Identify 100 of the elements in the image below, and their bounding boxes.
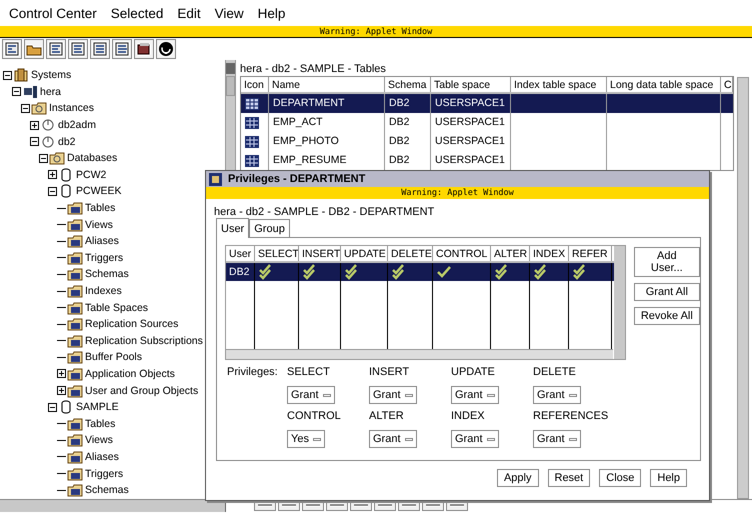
tree-item[interactable]: Tables bbox=[84, 202, 116, 214]
folder-icon bbox=[67, 234, 83, 248]
tab[interactable]: User bbox=[216, 218, 250, 238]
table-cell: EMP_ACT bbox=[269, 113, 385, 132]
tree-item[interactable]: Schemas bbox=[84, 484, 129, 496]
scrollbar[interactable] bbox=[737, 77, 749, 499]
expander-icon[interactable] bbox=[48, 402, 57, 412]
tree-item[interactable]: db2adm bbox=[57, 119, 96, 132]
warning-bar: Warning: Applet Window bbox=[206, 187, 709, 199]
dropdown[interactable]: Grant bbox=[369, 386, 417, 404]
dropdown[interactable]: Grant bbox=[533, 430, 581, 448]
table-cell: USERSPACE1 bbox=[431, 113, 511, 132]
tree-item[interactable]: Application Objects bbox=[84, 368, 175, 380]
dropdown[interactable]: Yes bbox=[287, 430, 325, 448]
tree-item[interactable]: Buffer Pools bbox=[84, 351, 142, 364]
column-header[interactable]: INSERT bbox=[299, 246, 341, 261]
column-header[interactable]: Table space bbox=[431, 77, 511, 92]
expander-icon[interactable] bbox=[30, 120, 39, 130]
tree-item[interactable]: Table Spaces bbox=[84, 302, 148, 314]
table-icon bbox=[245, 136, 259, 148]
column-header[interactable]: CONTROL bbox=[433, 246, 491, 261]
column-header[interactable]: Icon bbox=[241, 77, 269, 92]
expander-icon[interactable] bbox=[39, 154, 48, 163]
tree-item[interactable]: Views bbox=[84, 434, 113, 446]
table-row[interactable]: DEPARTMENT DB2 USERSPACE1 bbox=[241, 94, 733, 113]
tree-item[interactable]: Schemas bbox=[84, 268, 129, 280]
folder-icon bbox=[67, 284, 83, 298]
tree-item[interactable]: PCW2 bbox=[75, 168, 106, 181]
dialog-button[interactable]: Help bbox=[650, 469, 687, 487]
folder-icon bbox=[67, 366, 83, 381]
tree-item[interactable]: Instances bbox=[48, 102, 94, 114]
action-button[interactable]: Grant All bbox=[634, 283, 700, 301]
column-header[interactable]: REFER bbox=[569, 246, 612, 261]
table-cell: DB2 bbox=[226, 263, 255, 281]
tree-item[interactable]: Replication Sources bbox=[84, 318, 178, 330]
dropdown[interactable]: Grant bbox=[451, 386, 499, 404]
tree-item[interactable]: User and Group Objects bbox=[84, 384, 198, 397]
tree-item[interactable]: SAMPLE bbox=[75, 401, 119, 414]
field-label: INSERT bbox=[369, 366, 410, 378]
column-header[interactable]: User bbox=[226, 246, 255, 261]
column-header[interactable]: INDEX bbox=[530, 246, 569, 261]
table-icon bbox=[245, 98, 259, 110]
tree-item[interactable]: PCWEEK bbox=[75, 185, 122, 198]
tree-item[interactable]: Databases bbox=[66, 152, 118, 164]
column-header[interactable]: DELETE bbox=[388, 246, 433, 261]
expander-icon[interactable] bbox=[57, 386, 66, 396]
tree-item[interactable]: hera bbox=[39, 86, 62, 98]
tree-item[interactable]: db2 bbox=[57, 136, 76, 148]
column-header[interactable]: Name bbox=[269, 77, 385, 92]
tree-item[interactable]: Triggers bbox=[84, 468, 124, 480]
column-header[interactable]: Schema bbox=[385, 77, 431, 92]
dialog-button[interactable]: Close bbox=[599, 469, 642, 487]
scrollbar[interactable] bbox=[0, 500, 226, 512]
help-icon[interactable] bbox=[156, 39, 176, 59]
tree-item[interactable]: Aliases bbox=[84, 450, 119, 463]
expander-icon[interactable] bbox=[12, 87, 21, 96]
menu-item[interactable]: Selected bbox=[110, 6, 164, 20]
column-header[interactable]: C bbox=[721, 77, 733, 92]
menu-item[interactable]: Edit bbox=[177, 6, 201, 20]
dropdown[interactable]: Grant bbox=[369, 430, 417, 448]
dropdown[interactable]: Grant bbox=[533, 386, 581, 404]
tab[interactable]: Group bbox=[249, 219, 290, 237]
table-row[interactable]: EMP_PHOTO DB2 USERSPACE1 bbox=[241, 132, 733, 151]
column-header[interactable]: Long data table space bbox=[607, 77, 721, 92]
table-row[interactable]: EMP_ACT DB2 USERSPACE1 bbox=[241, 113, 733, 132]
column-header[interactable]: UPDATE bbox=[341, 246, 388, 261]
scrollbar[interactable] bbox=[614, 246, 625, 359]
field-label: UPDATE bbox=[451, 366, 495, 378]
menu-item[interactable]: Control Center bbox=[9, 6, 97, 20]
expander-icon[interactable] bbox=[48, 170, 57, 180]
tree-item[interactable]: Tables bbox=[84, 418, 116, 430]
folder-icon bbox=[67, 317, 83, 332]
expander-icon[interactable] bbox=[21, 104, 30, 113]
column-header[interactable]: ALTER bbox=[491, 246, 530, 261]
expander-icon[interactable] bbox=[57, 369, 66, 378]
tree-item[interactable]: Replication Subscriptions bbox=[84, 334, 203, 347]
expander-icon[interactable] bbox=[30, 137, 39, 146]
tree-item[interactable]: Aliases bbox=[84, 235, 119, 248]
expander-icon[interactable] bbox=[3, 70, 12, 80]
folder-icon[interactable] bbox=[24, 39, 44, 59]
breadcrumb-path: hera - db2 - SAMPLE - Tables bbox=[240, 62, 387, 76]
folder-icon bbox=[67, 433, 83, 448]
dialog-button[interactable]: Reset bbox=[548, 469, 590, 487]
tree-item[interactable]: Systems bbox=[30, 69, 72, 82]
menu-item[interactable]: Help bbox=[258, 6, 286, 20]
tree-item[interactable]: Indexes bbox=[84, 285, 122, 298]
tree-item[interactable]: Triggers bbox=[84, 252, 124, 264]
dropdown[interactable]: Grant bbox=[287, 386, 335, 404]
field-label: SELECT bbox=[287, 366, 330, 378]
menu-item[interactable]: View bbox=[214, 6, 244, 20]
dialog-button[interactable]: Apply bbox=[496, 469, 538, 487]
tree-item[interactable]: Views bbox=[84, 218, 113, 231]
folder-icon bbox=[49, 151, 65, 166]
field-label: INDEX bbox=[451, 410, 485, 422]
action-button[interactable]: Revoke All bbox=[634, 307, 700, 325]
scrollbar[interactable] bbox=[226, 349, 613, 359]
action-button[interactable]: Add User... bbox=[634, 247, 700, 277]
expander-icon[interactable] bbox=[48, 186, 57, 196]
dropdown[interactable]: Grant bbox=[451, 430, 499, 448]
column-header[interactable]: Index table space bbox=[511, 77, 607, 92]
